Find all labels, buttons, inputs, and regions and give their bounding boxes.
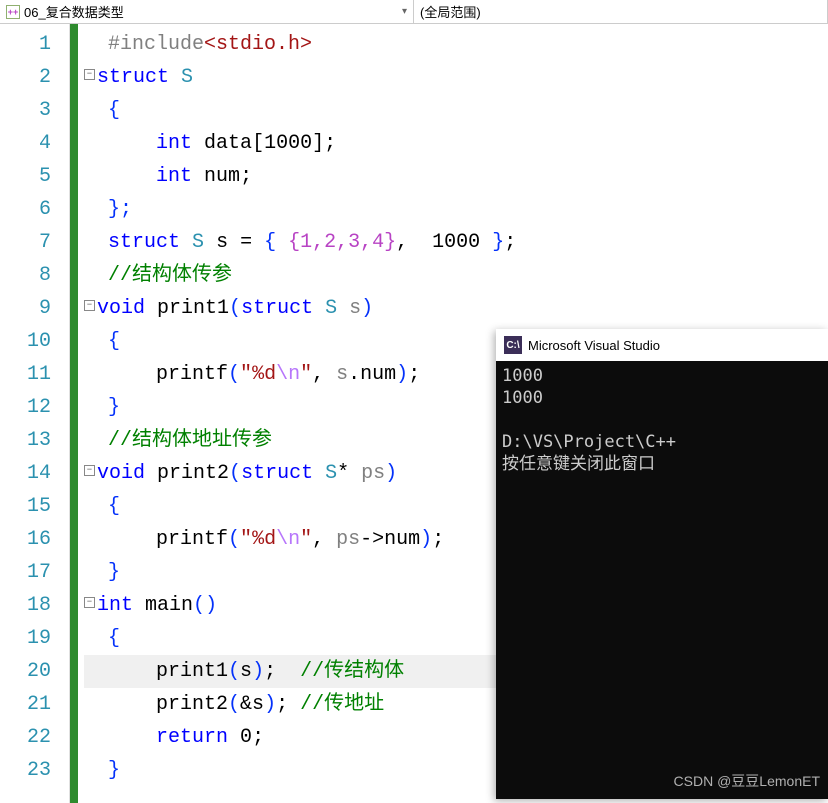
chevron-down-icon: ▾ xyxy=(402,6,407,17)
cpp-file-icon: ++ xyxy=(6,5,20,19)
console-output[interactable]: 1000 1000 D:\VS\Project\C++ 按任意键关闭此窗口 xyxy=(496,361,828,479)
line-number: 23 xyxy=(0,754,51,787)
line-number: 16 xyxy=(0,523,51,556)
console-line: 1000 xyxy=(502,388,543,408)
line-number: 19 xyxy=(0,622,51,655)
line-number: 7 xyxy=(0,226,51,259)
console-line: 按任意键关闭此窗口 xyxy=(502,454,655,474)
fold-toggle-icon[interactable]: − xyxy=(84,597,95,608)
code-line[interactable]: }; xyxy=(84,193,828,226)
line-number: 22 xyxy=(0,721,51,754)
top-bar: ++ 06_复合数据类型 ▾ (全局范围) xyxy=(0,0,828,24)
line-number: 10 xyxy=(0,325,51,358)
line-number: 13 xyxy=(0,424,51,457)
line-number: 15 xyxy=(0,490,51,523)
change-indicator-bar xyxy=(70,24,78,803)
code-line[interactable]: { xyxy=(84,94,828,127)
line-number: 18 xyxy=(0,589,51,622)
line-number: 4 xyxy=(0,127,51,160)
console-line: 1000 xyxy=(502,366,543,386)
code-line[interactable]: −void print1(struct S s) xyxy=(84,292,828,325)
vs-console-icon: C:\ xyxy=(504,336,522,354)
console-line: D:\VS\Project\C++ xyxy=(502,432,676,452)
line-number: 2 xyxy=(0,61,51,94)
scope-dropdown[interactable]: (全局范围) xyxy=(414,0,828,23)
watermark-text: CSDN @豆豆LemonET xyxy=(674,771,820,791)
line-number-gutter: 1 2 3 4 5 6 7 8 9 10 11 12 13 14 15 16 1… xyxy=(0,24,70,803)
scope-label: (全局范围) xyxy=(420,2,481,21)
fold-toggle-icon[interactable]: − xyxy=(84,69,95,80)
code-line[interactable]: −struct S xyxy=(84,61,828,94)
line-number: 11 xyxy=(0,358,51,391)
line-number: 12 xyxy=(0,391,51,424)
line-number: 6 xyxy=(0,193,51,226)
line-number: 8 xyxy=(0,259,51,292)
fold-toggle-icon[interactable]: − xyxy=(84,300,95,311)
console-title: Microsoft Visual Studio xyxy=(528,338,660,353)
fold-toggle-icon[interactable]: − xyxy=(84,465,95,476)
line-number: 14 xyxy=(0,457,51,490)
line-number: 17 xyxy=(0,556,51,589)
line-number: 9 xyxy=(0,292,51,325)
console-titlebar[interactable]: C:\ Microsoft Visual Studio xyxy=(496,329,828,361)
file-label: 06_复合数据类型 xyxy=(24,2,124,21)
code-line[interactable]: int data[1000]; xyxy=(84,127,828,160)
line-number: 20 xyxy=(0,655,51,688)
line-number: 5 xyxy=(0,160,51,193)
line-number: 1 xyxy=(0,28,51,61)
code-line[interactable]: struct S s = { {1,2,3,4}, 1000 }; xyxy=(84,226,828,259)
code-line[interactable]: int num; xyxy=(84,160,828,193)
code-line[interactable]: //结构体传参 xyxy=(84,259,828,292)
file-dropdown[interactable]: ++ 06_复合数据类型 ▾ xyxy=(0,0,414,23)
line-number: 21 xyxy=(0,688,51,721)
console-window[interactable]: C:\ Microsoft Visual Studio 1000 1000 D:… xyxy=(496,329,828,799)
line-number: 3 xyxy=(0,94,51,127)
code-line[interactable]: #include<stdio.h> xyxy=(84,28,828,61)
